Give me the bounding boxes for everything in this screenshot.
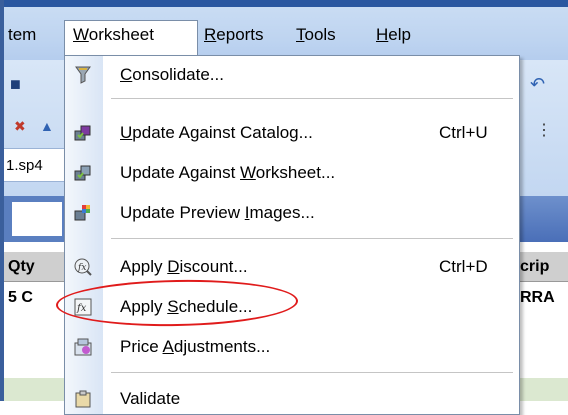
status-band-right (516, 378, 568, 401)
file-tab[interactable]: 1.sp4 (4, 148, 64, 182)
menu-tools-label: ools (304, 25, 336, 44)
menu-worksheet-mnemonic: W (73, 25, 89, 44)
up-arrow-icon[interactable]: ▲ (40, 118, 54, 134)
undo-icon[interactable]: ↶ (530, 74, 545, 95)
update-catalog-icon (74, 125, 91, 141)
menu-system-label: tem (8, 25, 37, 44)
menu-item-consolidate[interactable]: Consolidate... (65, 60, 519, 90)
item-text-pre: Validate (120, 389, 181, 408)
menu-help-mnemonic: H (376, 25, 389, 44)
update-worksheet-icon (74, 165, 91, 181)
item-text-pre: Price (120, 337, 163, 356)
cut-icon[interactable]: ✖ (14, 118, 26, 135)
menu-item-price-adjustments[interactable]: Price Adjustments... (65, 332, 519, 362)
menu-item-validate[interactable]: Validate (65, 384, 519, 414)
panel-header-left (4, 196, 66, 242)
item-text-pre: Update Against (120, 163, 241, 182)
grid-cell-description[interactable]: RRA (516, 283, 568, 313)
item-text-post: pdate Against Catalog... (132, 123, 313, 142)
menu-separator (111, 238, 513, 239)
menu-reports-mnemonic: R (204, 25, 217, 44)
item-mnemonic: A (162, 337, 174, 356)
menu-tools[interactable]: Tools (296, 22, 336, 48)
grid-header-description[interactable]: crip (516, 252, 568, 282)
menu-item-apply-discount[interactable]: fx Apply Discount... Ctrl+D (65, 252, 519, 282)
grid-header-qty[interactable]: Qty (4, 252, 66, 282)
update-preview-icon (74, 205, 90, 221)
menu-reports-label: eports (216, 25, 264, 44)
menu-item-update-preview-images[interactable]: Update Preview Images... (65, 198, 519, 228)
item-shortcut: Ctrl+U (439, 123, 488, 142)
menu-help-label: elp (388, 25, 411, 44)
svg-text:fx: fx (77, 263, 86, 273)
apply-discount-icon: fx (74, 258, 92, 276)
item-mnemonic: C (120, 65, 133, 84)
menu-help[interactable]: Help (376, 22, 411, 48)
menu-tools-mnemonic: T (296, 25, 305, 44)
title-strip (4, 0, 568, 7)
menu-separator (111, 372, 513, 373)
item-mnemonic: W (240, 163, 256, 182)
item-text-post: mages... (249, 203, 315, 222)
menu-item-update-against-worksheet[interactable]: Update Against Worksheet... (65, 158, 519, 188)
menu-system[interactable]: tem (8, 22, 36, 48)
menu-worksheet-label: orksheet (88, 25, 154, 44)
item-shortcut: Ctrl+D (439, 257, 488, 276)
status-band-left (4, 378, 66, 401)
item-text-post: onsolidate... (132, 65, 224, 84)
item-text-pre: Apply (120, 257, 168, 276)
price-adjustments-icon (74, 338, 92, 356)
menu-separator (111, 98, 513, 99)
panel-input-left[interactable] (12, 202, 62, 236)
item-text-post: iscount... (179, 257, 248, 276)
save-icon[interactable]: ■ (10, 74, 21, 95)
item-text-pre: Update Preview (120, 203, 245, 222)
menu-reports[interactable]: Reports (204, 22, 264, 48)
panel-header-right (516, 196, 568, 242)
item-text-post: orksheet... (255, 163, 336, 182)
item-mnemonic: D (167, 257, 180, 276)
toolbar-grip-icon: ⋮ (536, 122, 552, 139)
item-mnemonic: U (120, 123, 133, 142)
menu-bar: tem Worksheet Reports Tools Help (4, 0, 568, 60)
item-text-post: djustments... (173, 337, 271, 356)
menu-worksheet[interactable]: Worksheet (64, 20, 198, 56)
consolidate-icon (75, 66, 91, 84)
worksheet-menu: Consolidate... Update Against Catalog...… (64, 55, 520, 415)
menu-item-update-against-catalog[interactable]: Update Against Catalog... Ctrl+U (65, 118, 519, 148)
validate-icon (75, 390, 91, 408)
